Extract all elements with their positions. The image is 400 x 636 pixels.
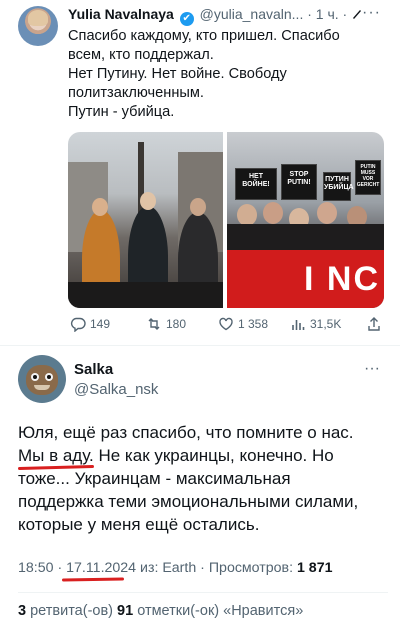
reply-text: Юля, ещё раз спасибо, что помните о нас.… [18,421,388,536]
reply-line: тоже... Украинцам - максимальная [18,469,291,488]
author-avatar[interactable] [18,6,58,46]
annotation-underline [61,577,125,582]
tweet-line: Спасибо каждому, кто пришел. Спасибо [68,28,340,44]
reply-time[interactable]: 18:50 · [18,560,66,576]
reply-more-icon[interactable]: ··· [364,360,380,378]
author-handle-time[interactable]: @yulia_navaln... · 1 ч. · [200,6,348,22]
tweet-line: политзаключенным. [68,85,204,101]
protest-sign: НЕТ ВОЙНЕ! [235,168,277,200]
share-button[interactable] [366,316,382,332]
tweet-text: Спасибо каждому, кто пришел. Спасибо все… [68,27,388,122]
reply-icon [70,317,86,332]
tweet-media: НЕТ ВОЙНЕ! STOP PUTIN! ПУТИН УБИЙЦА PUTI… [68,132,384,308]
retweet-icon [148,318,160,330]
views-count: 31,5K [310,317,342,331]
likes-count[interactable]: 91 [117,603,133,619]
tweet-line: всем, кто поддержал. [68,47,214,63]
reply-count: 149 [90,317,111,331]
tweet-actions: 149 180 1 358 31,5K [68,316,388,334]
share-icon [368,317,380,331]
tweet-photo-right[interactable]: НЕТ ВОЙНЕ! STOP PUTIN! ПУТИН УБИЙЦА PUTI… [227,132,384,308]
retweet-count: 180 [166,317,187,331]
protest-banner: I NC [227,250,384,308]
likes-label[interactable]: отметки(-ок) «Нравится» [133,603,303,619]
like-button[interactable]: 1 358 [218,316,268,332]
reply-line: Юля, ещё раз спасибо, что помните о нас. [18,423,354,442]
reply-author-avatar[interactable] [18,355,66,403]
reply-line: поддержка теми эмоциональными силами, [18,492,359,511]
verified-badge-icon: ✔ [179,12,194,26]
views-chart-icon [292,320,305,330]
tweet-photo-left[interactable] [68,132,223,308]
reply-button[interactable]: 149 [70,316,110,332]
retweets-label[interactable]: ретвита(-ов) [26,603,117,619]
divider [0,345,400,346]
heart-icon [219,317,233,331]
reply-stats: 3 ретвита(-ов) 91 отметки(-ок) «Нравится… [18,603,303,619]
reply-author-handle[interactable]: @Salka_nsk [74,381,158,398]
retweet-button[interactable]: 180 [146,316,186,332]
reply-meta: 18:50 · 17.11.2024 из: Earth · Просмотро… [18,560,332,576]
tweet-more-icon[interactable]: ··· [362,4,381,22]
reply-date[interactable]: 17.11.2024 [66,560,136,576]
tweet-header: Yulia Navalnaya ✔ @yulia_navaln... · 1 ч… [68,6,363,26]
author-name[interactable]: Yulia Navalnaya [68,6,174,22]
tweet-line: Путин - убийца. [68,104,175,120]
divider [18,592,388,593]
protest-sign: PUTIN MUSS VOR GERICHT [355,160,381,195]
tweet-line: Нет Путину. Нет войне. Свободу [68,66,287,82]
reply-author-name[interactable]: Salka [74,361,113,378]
reply-line: которые у меня ещё остались. [18,515,260,534]
reply-line: Мы в аду. Не как украинцы, конечно. Но [18,446,334,465]
reply-source: из: Earth · Просмотров: [136,560,297,576]
protest-sign: STOP PUTIN! [281,164,317,200]
like-count: 1 358 [238,317,269,331]
reply-views: 1 871 [296,560,333,576]
protest-sign: ПУТИН УБИЙЦА [323,172,354,201]
views-button[interactable]: 31,5K [290,316,341,332]
retweets-count[interactable]: 3 [18,603,26,619]
